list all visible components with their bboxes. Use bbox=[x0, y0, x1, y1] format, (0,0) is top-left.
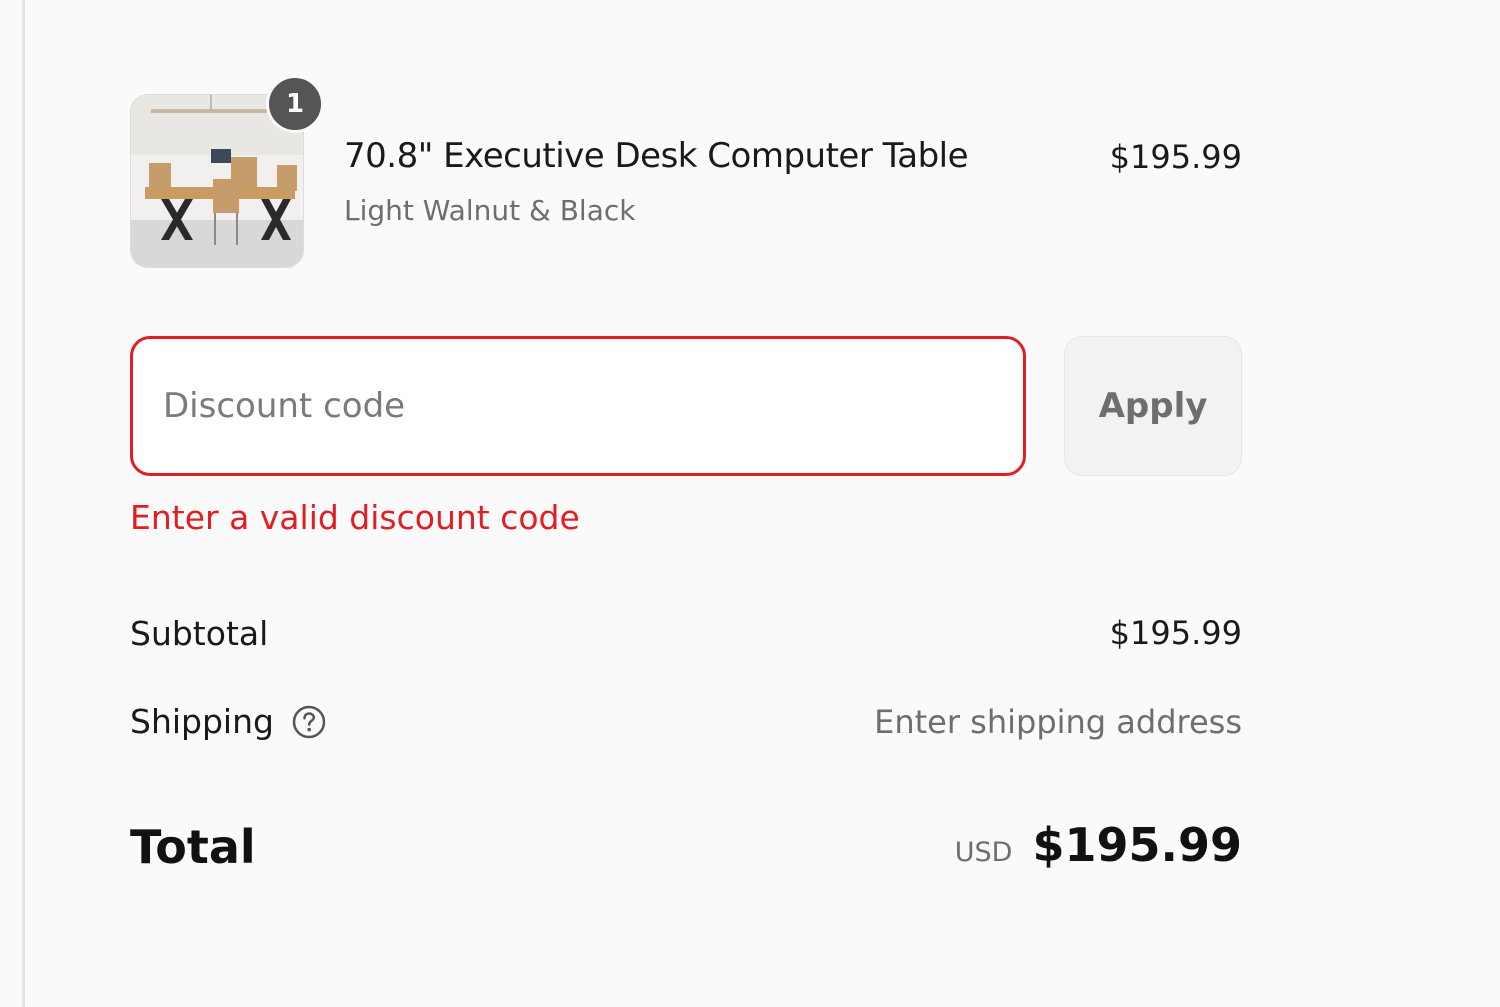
subtotal-label: Subtotal bbox=[130, 614, 269, 653]
total-amount: $195.99 bbox=[1032, 818, 1242, 872]
product-variant: Light Walnut & Black bbox=[344, 194, 636, 227]
apply-discount-button[interactable]: Apply bbox=[1064, 336, 1242, 476]
column-divider bbox=[22, 0, 25, 1007]
shipping-label: Shipping bbox=[130, 702, 274, 741]
discount-error-message: Enter a valid discount code bbox=[130, 498, 580, 537]
discount-code-input[interactable] bbox=[130, 336, 1026, 476]
total-value: USD $195.99 bbox=[955, 818, 1242, 872]
checkout-order-summary-page: 1 70.8" Executive Desk Computer Table Li… bbox=[0, 0, 1500, 1007]
subtotal-value: $195.99 bbox=[1109, 614, 1242, 652]
quantity-badge: 1 bbox=[266, 75, 324, 133]
product-price: $195.99 bbox=[1109, 138, 1242, 176]
shipping-row-label: Shipping bbox=[130, 702, 326, 741]
product-name: 70.8" Executive Desk Computer Table bbox=[344, 136, 969, 176]
shipping-value: Enter shipping address bbox=[874, 703, 1242, 741]
help-circle-icon[interactable] bbox=[292, 705, 326, 739]
currency-code: USD bbox=[954, 837, 1013, 868]
total-label: Total bbox=[130, 820, 256, 874]
cart-line-item: 1 70.8" Executive Desk Computer Table Li… bbox=[130, 75, 1242, 270]
order-summary: 1 70.8" Executive Desk Computer Table Li… bbox=[130, 0, 1242, 1007]
